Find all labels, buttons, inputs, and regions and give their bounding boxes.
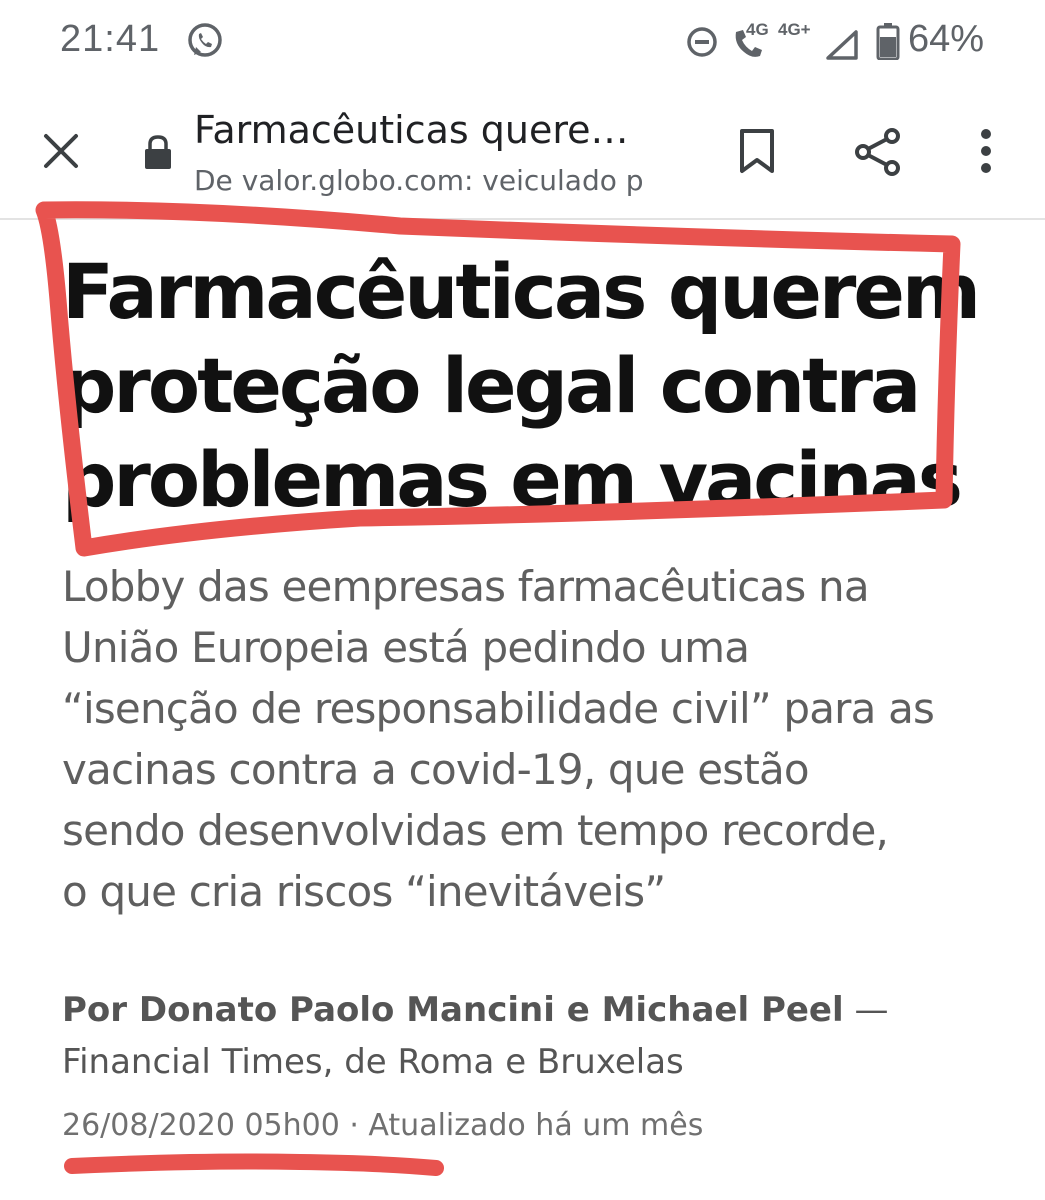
date-separator: · [339,1108,369,1143]
battery-percent: 64% [908,18,985,60]
subtitle-line: sendo desenvolvidas em tempo recorde, [62,806,889,855]
subtitle-line: Lobby das eempresas farmacêuticas na [62,562,870,611]
status-time: 21:41 [60,18,161,60]
byline-source: Financial Times, de Roma e Bruxelas [62,1042,684,1082]
headline-line: problemas em vacinas [62,435,963,524]
updated-label: Atualizado há um mês [368,1108,704,1143]
date-underline [64,1153,444,1176]
battery-icon [876,22,900,64]
article-subtitle: Lobby das eempresas farmacêuticas na Uni… [62,556,1022,922]
lock-icon [142,134,174,174]
page-url[interactable]: De valor.globo.com: veiculado p [194,164,678,197]
headline-line: Farmacêuticas querem [62,247,981,336]
close-icon[interactable] [42,132,80,174]
custom-tab-toolbar: Farmacêuticas quere… De valor.globo.com:… [0,90,1045,220]
page-title: Farmacêuticas quere… [194,108,629,152]
more-vert-icon[interactable] [978,128,994,178]
publish-date: 26/08/2020 05h00 [62,1108,340,1143]
byline-authors: Por Donato Paolo Mancini e Michael Peel [62,990,844,1030]
data-network-label: 4G+ [778,20,811,39]
subtitle-line: o que cria riscos “inevitáveis” [62,867,666,916]
subtitle-line: vacinas contra a covid-19, que estão [62,745,810,794]
share-icon[interactable] [854,128,902,180]
byline: Por Donato Paolo Mancini e Michael Peel … [62,984,1022,1088]
headline-line: proteção legal contra [62,341,921,430]
subtitle-line: União Europeia está pedindo uma [62,623,750,672]
byline-dash: — [843,990,889,1030]
call-network-label: 4G [746,20,769,39]
whatsapp-icon [186,22,224,64]
subtitle-line: “isenção de responsabilidade civil” para… [62,684,935,733]
dateline: 26/08/2020 05h00 · Atualizado há um mês [62,1108,1022,1143]
signal-icon [826,30,858,64]
do-not-disturb-icon [686,26,718,62]
article-headline: Farmacêuticas querem proteção legal cont… [62,245,992,527]
status-bar: 21:41 4G 4G+ 64% [0,0,1045,84]
bookmark-icon[interactable] [738,128,776,178]
